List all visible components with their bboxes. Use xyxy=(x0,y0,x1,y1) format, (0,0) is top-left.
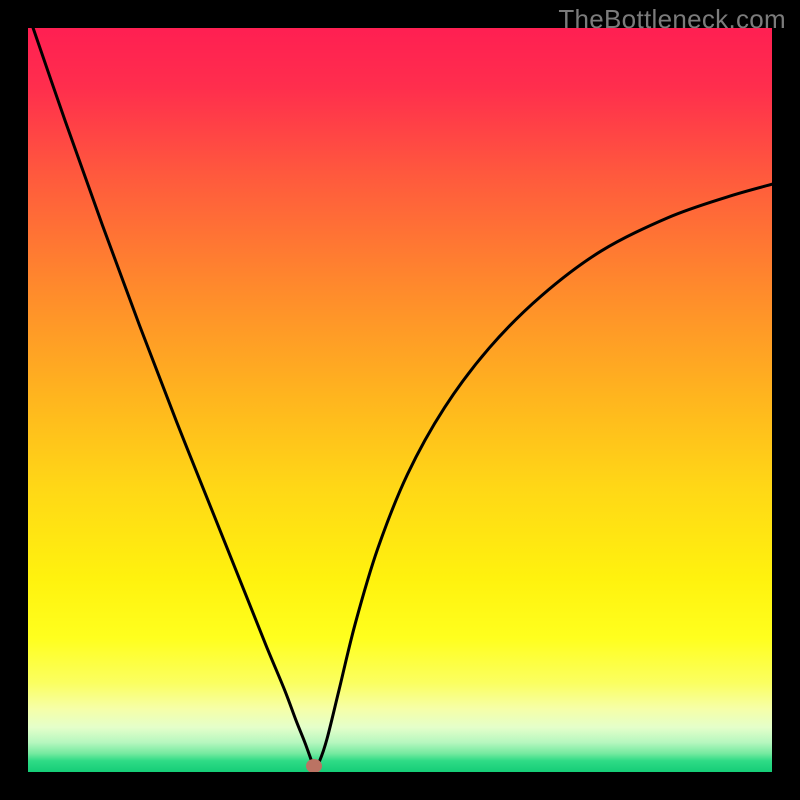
plot-area xyxy=(28,28,772,772)
curve-layer xyxy=(28,28,772,772)
watermark-text: TheBottleneck.com xyxy=(558,4,786,35)
optimum-marker xyxy=(306,759,322,772)
chart-frame: TheBottleneck.com xyxy=(0,0,800,800)
bottleneck-curve xyxy=(28,28,772,768)
